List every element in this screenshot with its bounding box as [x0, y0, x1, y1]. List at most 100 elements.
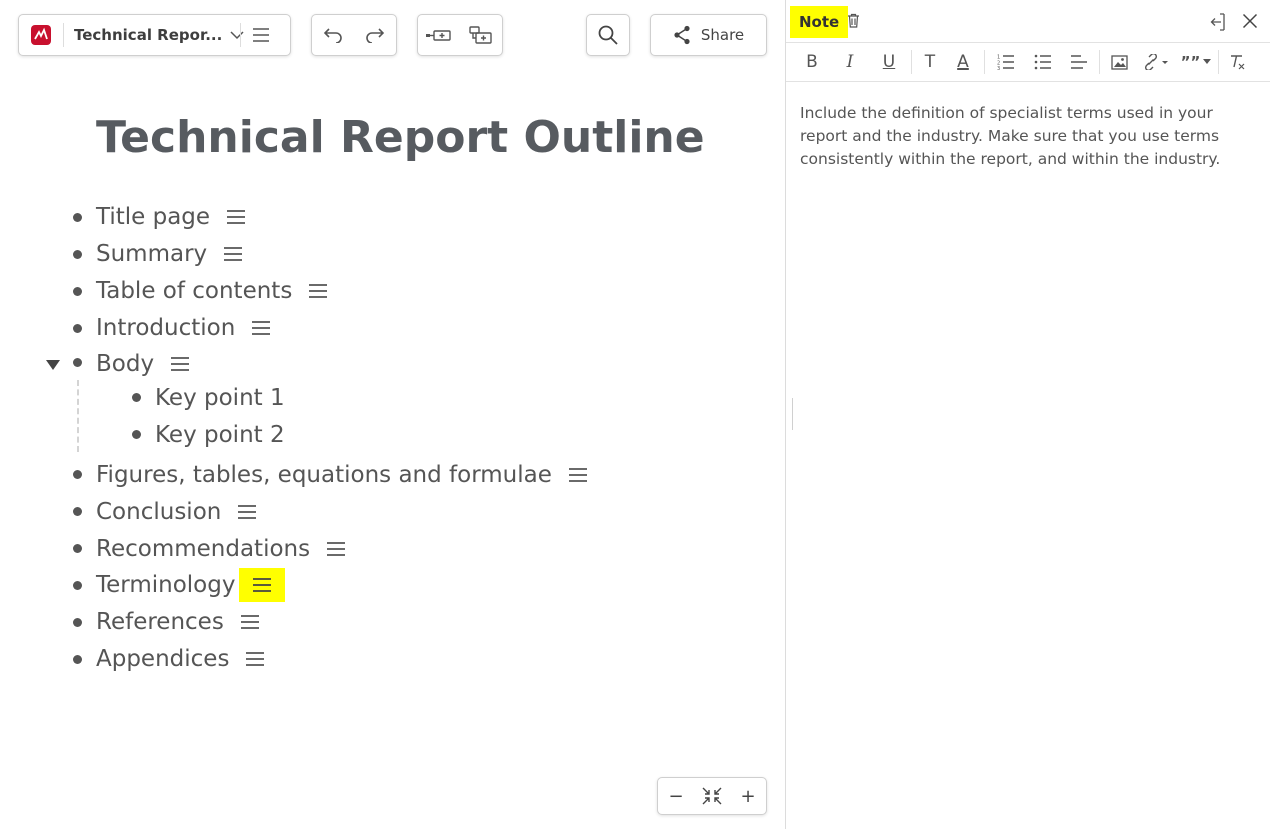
insert-toolbar [417, 14, 503, 56]
insert-image-button[interactable] [1103, 43, 1135, 81]
italic-button[interactable]: I [830, 43, 870, 81]
clear-formatting-button[interactable] [1222, 43, 1252, 81]
fit-to-screen-button[interactable] [694, 778, 730, 814]
topic-label: Table of contents [96, 278, 293, 304]
topic-table-of-contents[interactable]: Table of contents [96, 274, 332, 308]
subtopic-bullet [132, 393, 141, 402]
font-color-icon: A [957, 52, 969, 72]
topic-label: References [96, 609, 224, 635]
topic-figures-tables[interactable]: Figures, tables, equations and formulae [96, 458, 592, 492]
text-style-button[interactable]: T [915, 43, 945, 81]
topic-bullet [73, 213, 82, 222]
note-icon[interactable] [219, 237, 247, 271]
divider [984, 50, 985, 74]
font-color-button[interactable]: A [945, 43, 981, 81]
topic-bullet [73, 358, 82, 367]
undock-panel-button[interactable] [1210, 12, 1230, 32]
search-toolbar [586, 14, 630, 56]
note-icon[interactable] [233, 495, 261, 529]
document-title-dropdown[interactable]: Technical Repor... [64, 15, 244, 55]
topic-bullet [73, 581, 82, 590]
note-icon[interactable] [241, 642, 269, 676]
document-title: Technical Repor... [74, 26, 223, 44]
menu-button[interactable] [241, 15, 281, 55]
map-title[interactable]: Technical Report Outline [96, 112, 705, 163]
topic-label: Appendices [96, 646, 230, 672]
topic-references[interactable]: References [96, 605, 264, 639]
topic-terminology[interactable]: Terminology [96, 568, 286, 602]
topic-appendices[interactable]: Appendices [96, 642, 269, 676]
note-icon[interactable] [564, 458, 592, 492]
search-button[interactable] [587, 15, 629, 55]
undo-button[interactable] [312, 15, 354, 55]
zoom-out-button[interactable]: − [658, 778, 694, 814]
italic-icon: I [846, 52, 854, 72]
note-icon[interactable] [247, 311, 275, 345]
bullet-list-button[interactable] [1024, 43, 1062, 81]
align-button[interactable] [1062, 43, 1096, 81]
history-toolbar [311, 14, 397, 56]
topic-label: Conclusion [96, 499, 222, 525]
topic-bullet [73, 287, 82, 296]
topic-bullet [73, 618, 82, 627]
format-toolbar: B I U T A 123 ”” [786, 42, 1270, 82]
topic-summary[interactable]: Summary [96, 237, 247, 271]
panel-resize-handle[interactable] [792, 398, 793, 430]
share-toolbar: Share [650, 14, 767, 56]
zoom-in-button[interactable]: + [730, 778, 766, 814]
add-sibling-topic-button[interactable] [418, 15, 460, 55]
close-panel-button[interactable] [1242, 13, 1260, 31]
align-left-icon [1071, 55, 1087, 69]
svg-text:3: 3 [997, 66, 1000, 70]
divider [1099, 50, 1100, 74]
note-icon[interactable] [222, 200, 250, 234]
topic-label: Title page [96, 204, 211, 230]
underline-button[interactable]: U [870, 43, 908, 81]
topic-label: Figures, tables, equations and formulae [96, 462, 552, 488]
text-icon: T [924, 52, 936, 72]
share-button[interactable]: Share [651, 15, 766, 55]
bullet-list-icon [1034, 54, 1051, 70]
underline-icon: U [882, 52, 896, 72]
clear-format-icon [1231, 55, 1245, 70]
note-icon[interactable] [166, 347, 194, 381]
share-label: Share [700, 26, 745, 44]
topic-bullet [73, 544, 82, 553]
redo-button[interactable] [354, 15, 396, 55]
note-panel: Note B I U T A 123 ”” Include the defini… [785, 0, 1270, 829]
topic-bullet [73, 655, 82, 664]
topic-bullet [73, 507, 82, 516]
note-text[interactable]: Include the definition of specialist ter… [800, 102, 1262, 171]
add-subtopic-button[interactable] [460, 15, 502, 55]
topic-label: Body [96, 351, 155, 377]
note-icon[interactable] [236, 605, 264, 639]
share-icon [674, 25, 690, 45]
subtopic-label: Key point 2 [155, 422, 285, 448]
topic-body[interactable]: Body [96, 347, 194, 381]
topic-recommendations[interactable]: Recommendations [96, 532, 350, 566]
subtopic-label: Key point 1 [155, 385, 285, 411]
undo-icon [323, 28, 342, 43]
topic-bullet [73, 250, 82, 259]
note-icon[interactable] [304, 274, 332, 308]
collapse-triangle-icon[interactable] [45, 356, 61, 370]
topic-label: Recommendations [96, 536, 311, 562]
app-logo-icon[interactable] [19, 15, 63, 55]
topic-label: Terminology [96, 572, 236, 598]
topic-title-page[interactable]: Title page [96, 200, 250, 234]
bold-button[interactable]: B [794, 43, 830, 81]
add-sibling-icon [426, 30, 451, 41]
note-icon-highlighted[interactable] [239, 568, 286, 602]
topic-introduction[interactable]: Introduction [96, 311, 275, 345]
subtopic-key-point-2[interactable]: Key point 2 [155, 418, 285, 452]
quote-icon: ”” [1180, 53, 1201, 71]
note-icon[interactable] [322, 532, 350, 566]
ordered-list-button[interactable]: 123 [988, 43, 1024, 81]
delete-note-button[interactable] [847, 13, 861, 29]
insert-link-button[interactable] [1135, 43, 1177, 81]
subtopic-key-point-1[interactable]: Key point 1 [155, 381, 285, 415]
topic-bullet [73, 324, 82, 333]
hamburger-icon [253, 28, 269, 42]
quote-button[interactable]: ”” [1177, 43, 1215, 81]
topic-conclusion[interactable]: Conclusion [96, 495, 261, 529]
